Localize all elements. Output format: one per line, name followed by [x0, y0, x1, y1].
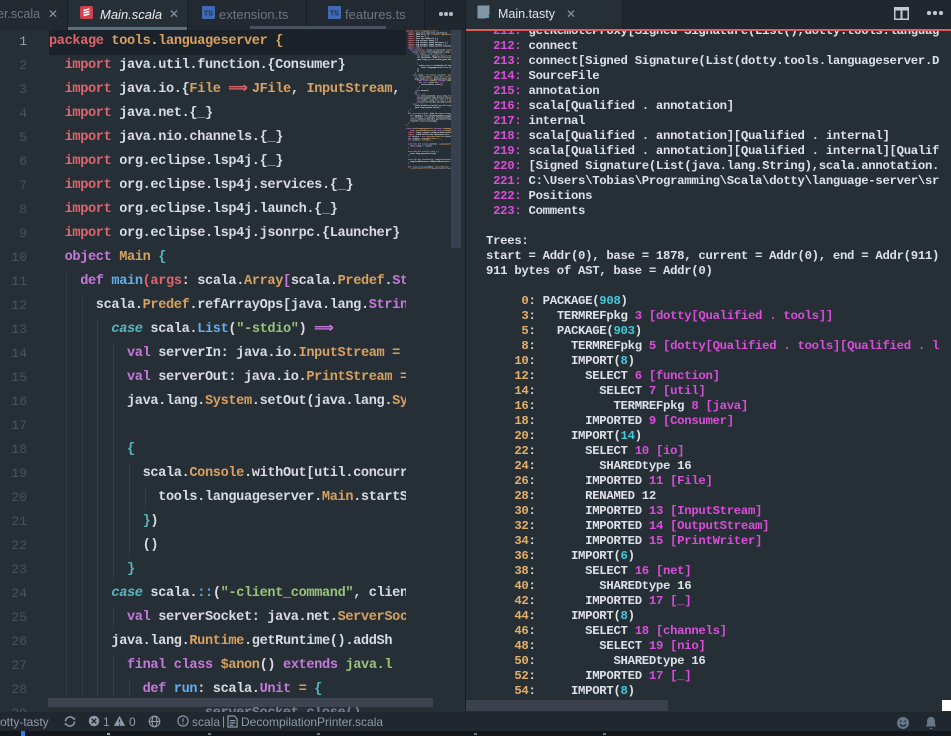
svg-text:TS: TS [330, 11, 339, 18]
svg-text:TS: TS [204, 11, 213, 18]
